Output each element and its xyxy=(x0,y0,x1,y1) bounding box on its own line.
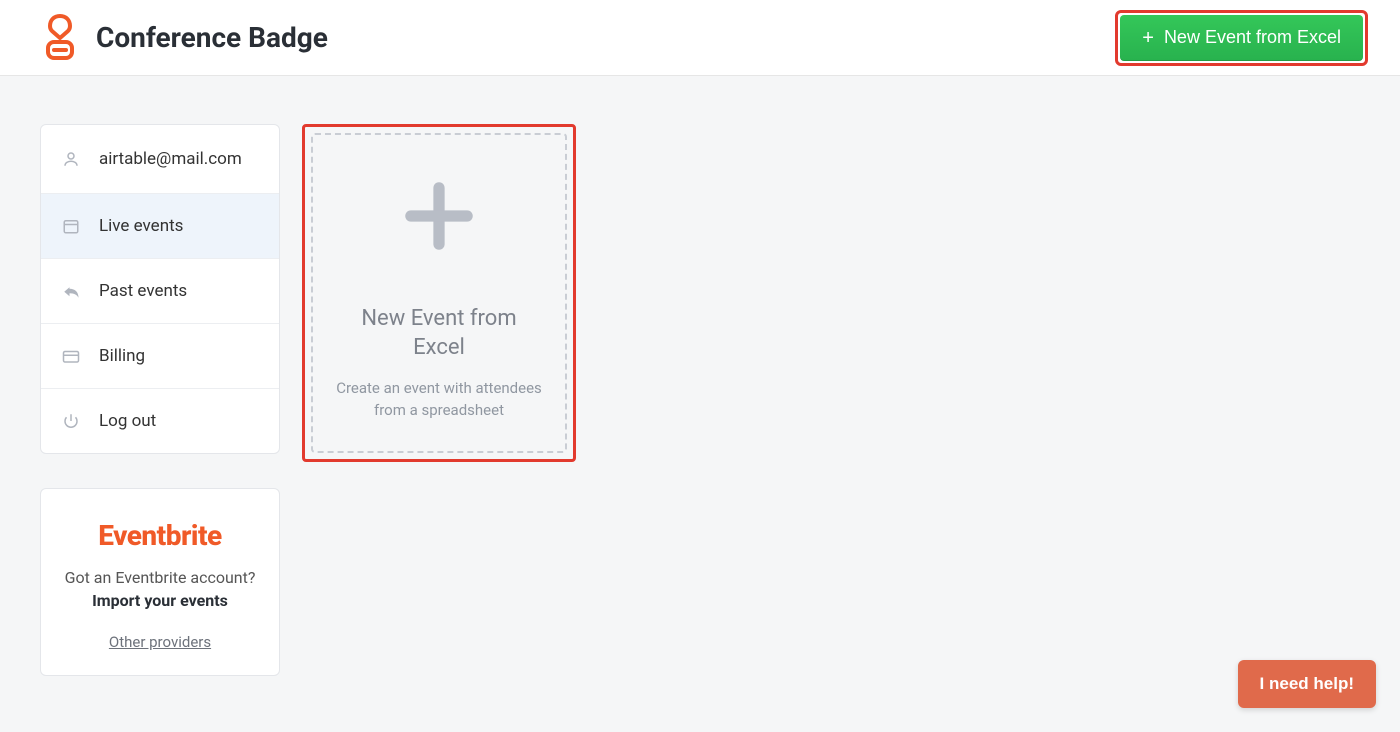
sidebar-item-account[interactable]: airtable@mail.com xyxy=(41,125,279,193)
power-icon xyxy=(61,411,81,431)
new-event-from-excel-button[interactable]: + New Event from Excel xyxy=(1120,15,1363,61)
eventbrite-logo: Eventbrite xyxy=(57,519,263,552)
reply-icon xyxy=(61,281,81,301)
sidebar-item-label: Log out xyxy=(99,411,156,431)
create-card-title: New Event from Excel xyxy=(333,305,545,362)
card-icon xyxy=(61,346,81,366)
cta-label: New Event from Excel xyxy=(1164,27,1341,48)
main: New Event from Excel Create an event wit… xyxy=(302,124,1360,462)
plus-large-icon xyxy=(394,171,484,261)
promo-line1: Got an Eventbrite account? xyxy=(57,568,263,587)
help-button[interactable]: I need help! xyxy=(1238,660,1376,708)
create-card-subtitle: Create an event with attendees from a sp… xyxy=(333,378,545,422)
user-icon xyxy=(61,149,81,169)
cta-highlight: + New Event from Excel xyxy=(1115,10,1368,66)
sidebar-item-label: Past events xyxy=(99,281,187,301)
sidebar-item-label: airtable@mail.com xyxy=(99,149,242,169)
brand-logo-icon xyxy=(40,14,80,62)
sidebar: airtable@mail.com Live events Past event… xyxy=(40,124,280,676)
sidebar-item-past-events[interactable]: Past events xyxy=(41,258,279,323)
brand: Conference Badge xyxy=(40,14,328,62)
new-event-from-excel-card[interactable]: New Event from Excel Create an event wit… xyxy=(311,133,567,453)
sidebar-item-label: Billing xyxy=(99,346,145,366)
header: Conference Badge + New Event from Excel xyxy=(0,0,1400,76)
plus-icon: + xyxy=(1142,28,1154,48)
content: airtable@mail.com Live events Past event… xyxy=(0,76,1400,716)
sidebar-item-live-events[interactable]: Live events xyxy=(41,193,279,258)
calendar-icon xyxy=(61,216,81,236)
other-providers-link[interactable]: Other providers xyxy=(109,633,211,651)
help-button-label: I need help! xyxy=(1260,674,1354,693)
sidebar-item-billing[interactable]: Billing xyxy=(41,323,279,388)
nav-card: airtable@mail.com Live events Past event… xyxy=(40,124,280,454)
sidebar-item-logout[interactable]: Log out xyxy=(41,388,279,453)
create-card-highlight: New Event from Excel Create an event wit… xyxy=(302,124,576,462)
sidebar-item-label: Live events xyxy=(99,216,183,236)
eventbrite-promo: Eventbrite Got an Eventbrite account? Im… xyxy=(40,488,280,676)
promo-line2: Import your events xyxy=(57,591,263,610)
brand-title: Conference Badge xyxy=(96,21,328,54)
